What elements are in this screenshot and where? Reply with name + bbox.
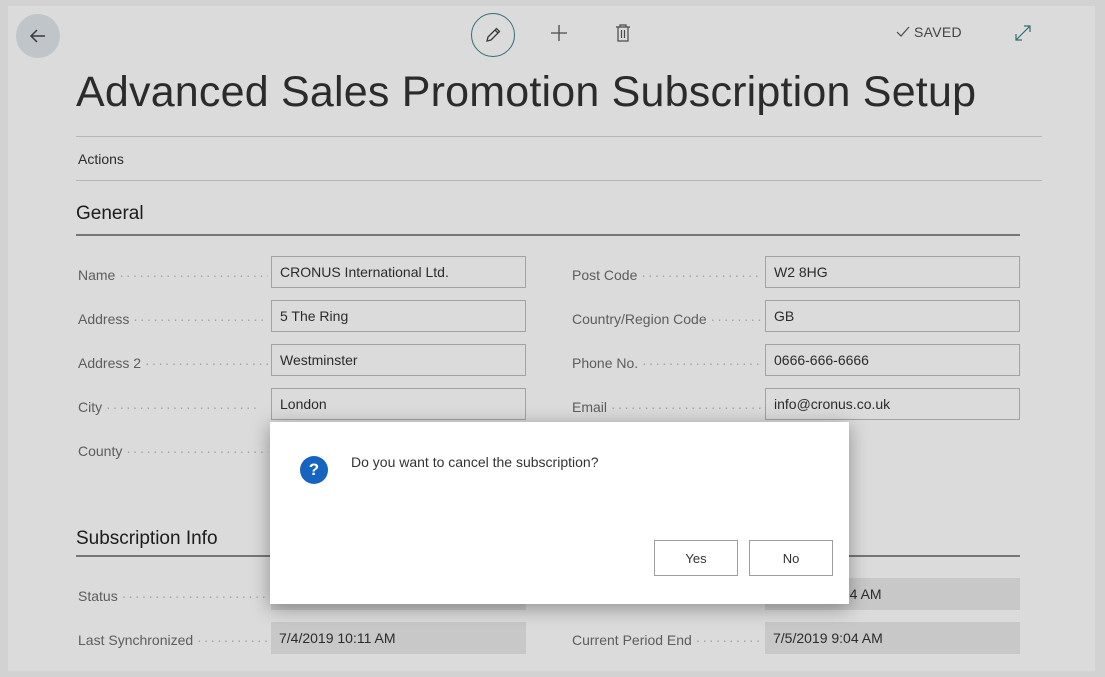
question-icon: ? — [300, 456, 328, 484]
dialog-message: Do you want to cancel the subscription? — [351, 454, 599, 470]
no-button[interactable]: No — [749, 540, 833, 576]
yes-button[interactable]: Yes — [654, 540, 738, 576]
confirm-dialog: ? Do you want to cancel the subscription… — [270, 422, 849, 604]
